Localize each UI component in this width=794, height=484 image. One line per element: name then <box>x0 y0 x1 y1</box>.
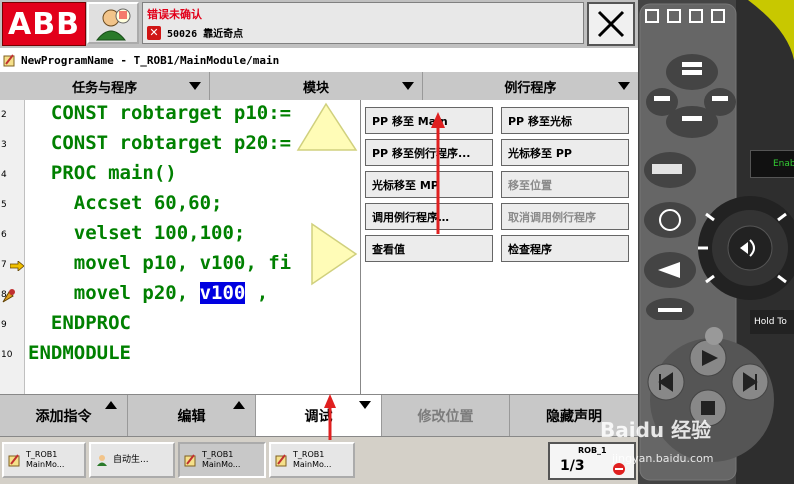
line-number: 5 <box>1 200 7 210</box>
line-number: 4 <box>1 170 7 180</box>
tasks-programs-dropdown[interactable]: 任务与程序 <box>0 72 211 100</box>
program-icon <box>3 54 15 67</box>
column-header-bar: 任务与程序 模块 例行程序 <box>0 72 638 101</box>
status-title: 错误未确认 <box>147 8 202 21</box>
error-icon: ✕ <box>147 25 161 40</box>
baidu-watermark: Baidu 经验 <box>600 418 712 442</box>
code-line[interactable]: movel p20, v100 , <box>28 282 268 304</box>
pointer-triangle-icon <box>296 102 358 151</box>
top-bar: ABB 错误未确认 ✕ 50026 靠近奇点 <box>0 0 638 49</box>
code-line[interactable]: movel p10, v100, fi <box>28 252 291 274</box>
bottom-tab-bar: 添加指令 编辑 调试 修改位置 隐藏声明 <box>0 394 638 437</box>
user-button[interactable] <box>87 2 139 44</box>
go-to-position-button[interactable]: 移至位置 <box>501 171 629 198</box>
taskbar-item-program-data[interactable]: T_ROB1 MainMo... <box>178 442 266 478</box>
user-icon <box>97 455 107 466</box>
code-editor[interactable]: 2 3 4 5 6 7 8 9 10 CONST robtarget p10:=… <box>0 100 360 394</box>
chevron-down-icon <box>359 401 371 409</box>
joystick[interactable] <box>686 190 794 310</box>
programmable-keys[interactable] <box>644 48 738 148</box>
debug-popup-menu: PP 移至 Main PP 移至光标 PP 移至例行程序... 光标移至 PP … <box>360 100 638 394</box>
program-icon <box>275 454 287 467</box>
modules-dropdown[interactable]: 模块 <box>210 72 423 100</box>
baidu-watermark-url: jingyan.baidu.com <box>612 452 714 465</box>
robot-fraction: 1/3 <box>560 458 585 474</box>
enable-label: Enab <box>750 150 794 178</box>
close-icon <box>597 10 625 38</box>
chevron-down-icon <box>401 82 414 90</box>
line-number: 10 <box>1 350 13 360</box>
chevron-down-icon <box>189 82 202 90</box>
abb-logo: ABB <box>8 6 80 42</box>
tab-edit[interactable]: 编辑 <box>128 395 256 437</box>
user-icon <box>95 8 131 41</box>
code-line[interactable]: PROC main() <box>28 162 177 184</box>
chevron-down-icon <box>618 82 630 90</box>
code-line[interactable]: Accset 60,60; <box>28 192 223 214</box>
annotation-arrow-icon <box>324 394 336 440</box>
cancel-call-routine-button[interactable]: 取消调用例行程序 <box>501 203 629 230</box>
taskbar-item-program-main[interactable]: T_ROB1 MainMo... <box>269 442 355 478</box>
program-pointer-icon <box>10 261 24 271</box>
code-line[interactable]: velset 100,100; <box>28 222 246 244</box>
taskbar-item-autogen[interactable]: 自动生... <box>89 442 175 478</box>
line-number: 2 <box>1 110 7 120</box>
tab-modify-position[interactable]: 修改位置 <box>382 395 510 437</box>
robot-label: ROB_1 <box>578 446 607 455</box>
chevron-up-icon <box>233 401 245 409</box>
taskbar-item-program-editor[interactable]: T_ROB1 MainMo... <box>2 442 86 478</box>
system-icons <box>645 9 725 23</box>
run-start-icon <box>705 327 723 345</box>
line-number: 3 <box>1 140 7 150</box>
tab-add-instruction[interactable]: 添加指令 <box>0 395 128 437</box>
program-icon <box>184 454 196 467</box>
code-line[interactable]: CONST robtarget p20:= <box>28 132 291 154</box>
program-icon <box>8 454 20 467</box>
tab-debug[interactable]: 调试 <box>256 395 382 437</box>
line-number: 6 <box>1 230 7 240</box>
flexpendant-hardware: Enab Hold To <box>638 0 794 484</box>
routines-dropdown[interactable]: 例行程序 <box>423 72 638 100</box>
pp-to-cursor-button[interactable]: PP 移至光标 <box>501 107 629 134</box>
annotation-arrow-icon <box>431 112 445 234</box>
program-path-bar: NewProgramName - T_ROB1/MainModule/main <box>0 48 638 73</box>
line-number: 9 <box>1 320 7 330</box>
line-number-gutter: 2 3 4 5 6 7 8 9 10 <box>0 100 25 394</box>
flexpendant-screen: ABB 错误未确认 ✕ 50026 靠近奇点 NewProgramName - … <box>0 0 638 484</box>
pointer-triangle-icon <box>311 222 358 286</box>
abb-menu-button[interactable]: ABB <box>2 2 86 46</box>
code-line[interactable]: CONST robtarget p10:= <box>28 102 291 124</box>
cursor-to-pp-button[interactable]: 光标移至 PP <box>501 139 629 166</box>
check-program-button[interactable]: 检查程序 <box>501 235 629 262</box>
chevron-up-icon <box>105 401 117 409</box>
motion-pointer-icon <box>2 289 15 303</box>
highlighted-token[interactable]: v100 <box>199 282 246 304</box>
close-button[interactable] <box>587 2 635 46</box>
code-line[interactable]: ENDMODULE <box>28 342 131 364</box>
status-box[interactable]: 错误未确认 ✕ 50026 靠近奇点 <box>142 2 584 44</box>
code-line[interactable]: ENDPROC <box>28 312 131 334</box>
program-path: NewProgramName - T_ROB1/MainModule/main <box>21 53 280 67</box>
taskbar: T_ROB1 MainMo... 自动生... T_ROB1 MainMo... T… <box>0 436 638 484</box>
view-value-button[interactable]: 查看值 <box>365 235 493 262</box>
status-message: 50026 靠近奇点 <box>167 29 244 40</box>
